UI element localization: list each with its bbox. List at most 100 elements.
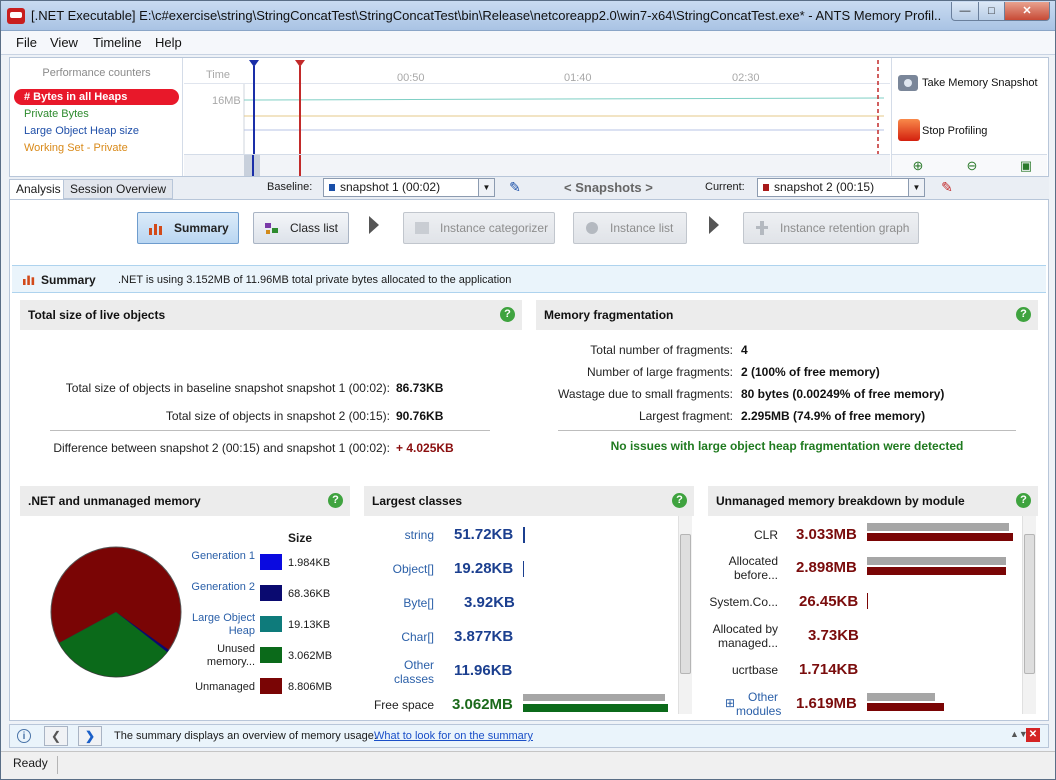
class-row-name[interactable]: Byte[] — [364, 596, 434, 610]
frag-row-value: 80 bytes (0.00249% of free memory) — [741, 387, 945, 401]
menu-timeline[interactable]: Timeline — [93, 35, 142, 50]
summary-title: Summary — [41, 273, 96, 287]
menu-file[interactable]: File — [16, 35, 37, 50]
minimize-button[interactable]: — — [951, 2, 979, 21]
frag-row-label: Largest fragment: — [638, 409, 733, 423]
counter-private-bytes[interactable]: Private Bytes — [14, 106, 179, 122]
timeline-graph[interactable]: Time 16MB 00:50 01:40 02:30 — [184, 58, 890, 176]
class-list-button[interactable]: Class list — [253, 212, 349, 244]
previous-tip-button[interactable]: ❮ — [44, 726, 68, 746]
counter-bytes-in-all-heaps[interactable]: # Bytes in all Heaps — [14, 89, 179, 105]
legend-swatch — [260, 585, 282, 601]
menu-bar: File View Timeline Help — [1, 31, 1055, 55]
retention-graph-icon — [756, 221, 768, 235]
legend-unmanaged-value: 8.806MB — [288, 681, 333, 693]
help-icon[interactable]: ? — [672, 493, 687, 508]
class-row-value: 3.92KB — [464, 594, 515, 611]
counter-large-object-heap[interactable]: Large Object Heap size — [14, 123, 179, 139]
baseline-snapshot-value: snapshot 1 (00:02) — [340, 180, 441, 194]
current-snapshot-select[interactable]: snapshot 2 (00:15) ▼ — [757, 178, 925, 197]
module-row-name[interactable]: Other modules — [736, 690, 781, 718]
module-row-name: ucrtbase — [731, 663, 778, 677]
timeline-overview[interactable] — [184, 154, 890, 176]
app-window: [.NET Executable] E:\c#exercise\string\S… — [0, 0, 1056, 780]
dotnet-memory-title: .NET and unmanaged memory — [20, 486, 350, 516]
help-icon[interactable]: ? — [1016, 493, 1031, 508]
class-row-name[interactable]: string — [364, 528, 434, 542]
largest-classes-panel: Largest classes ? string 51.72KB Object[… — [364, 486, 694, 714]
baseline-marker-icon — [249, 60, 259, 67]
fragmentation-title: Memory fragmentation — [536, 300, 1038, 330]
camera-icon — [898, 75, 918, 91]
instance-categorizer-button[interactable]: Instance categorizer — [403, 212, 555, 244]
window-title: [.NET Executable] E:\c#exercise\string\S… — [31, 8, 941, 23]
current-marker-icon — [295, 60, 305, 67]
status-text: Ready — [13, 756, 48, 770]
bar-chart-icon — [149, 224, 162, 235]
nav-arrow-icon — [369, 216, 379, 234]
fragmentation-message: No issues with large object heap fragmen… — [610, 439, 964, 453]
class-row-value: 3.062MB — [452, 696, 513, 713]
summary-button[interactable]: Summary — [137, 212, 239, 244]
close-button[interactable]: ✕ — [1004, 2, 1050, 21]
categorizer-icon — [415, 222, 429, 234]
status-divider — [57, 756, 58, 774]
classes-scrollbar[interactable] — [678, 516, 692, 714]
module-row-name: Allocated before... — [728, 554, 778, 582]
frag-row-label: Wastage due to small fragments: — [558, 387, 733, 401]
dotnet-memory-panel: .NET and unmanaged memory ? Size Generat… — [20, 486, 350, 714]
expand-icon[interactable]: ⊞ — [725, 696, 735, 710]
take-snapshot-button[interactable]: Take Memory Snapshot — [896, 66, 1044, 100]
stop-profiling-button[interactable]: Stop Profiling — [896, 114, 1044, 148]
scroll-thumb[interactable] — [680, 534, 691, 674]
modules-scrollbar[interactable] — [1022, 516, 1036, 714]
stop-icon — [898, 119, 920, 141]
difference-label: Difference between snapshot 2 (00:15) an… — [53, 441, 390, 455]
legend-generation-2-label: Generation 2 — [191, 581, 255, 593]
help-icon[interactable]: ? — [328, 493, 343, 508]
tab-analysis[interactable]: Analysis — [9, 179, 68, 199]
module-bar-current — [867, 533, 1013, 541]
module-row-value: 1.619MB — [796, 695, 857, 712]
instance-list-button[interactable]: Instance list — [573, 212, 687, 244]
profiler-actions: Take Memory Snapshot Stop Profiling ⊕ ⊖ … — [891, 58, 1048, 176]
edit-baseline-icon[interactable]: ✎ — [507, 179, 523, 195]
class-row-name[interactable]: Char[] — [364, 630, 434, 644]
private-bytes-series — [243, 97, 885, 101]
zoom-fit-icon[interactable]: ▣ — [1018, 158, 1034, 174]
class-row-bar — [523, 561, 524, 577]
zoom-out-icon[interactable]: ⊖ — [964, 158, 980, 174]
edit-current-icon[interactable]: ✎ — [939, 179, 955, 195]
zoom-in-icon[interactable]: ⊕ — [910, 158, 926, 174]
snapshots-navigator[interactable]: < Snapshots > — [564, 180, 653, 195]
next-tip-button[interactable]: ❯ — [78, 726, 102, 746]
class-row-name[interactable]: Other classes — [384, 658, 434, 686]
chevron-down-icon: ▼ — [908, 179, 924, 196]
current-snapshot-value: snapshot 2 (00:15) — [774, 180, 875, 194]
help-icon[interactable]: ? — [1016, 307, 1031, 322]
info-help-link[interactable]: What to look for on the summary — [374, 730, 533, 742]
maximize-button[interactable]: □ — [978, 2, 1005, 21]
menu-view[interactable]: View — [50, 35, 78, 50]
baseline-snapshot-select[interactable]: snapshot 1 (00:02) ▼ — [323, 178, 495, 197]
total-size-title: Total size of live objects — [20, 300, 522, 330]
module-row-name: CLR — [753, 528, 778, 542]
baseline-overview-marker — [252, 155, 254, 176]
title-bar: [.NET Executable] E:\c#exercise\string\S… — [1, 1, 1055, 31]
frag-row-value: 2 (100% of free memory) — [741, 365, 880, 379]
retention-graph-label: Instance retention graph — [780, 221, 910, 235]
baseline-label: Baseline: — [267, 181, 313, 193]
performance-counters: Performance counters # Bytes in all Heap… — [10, 58, 183, 176]
info-text: The summary displays an overview of memo… — [114, 730, 377, 742]
scroll-thumb[interactable] — [1024, 534, 1035, 674]
legend-generation-2-value: 68.36KB — [288, 588, 331, 600]
tab-session-overview[interactable]: Session Overview — [63, 179, 174, 199]
retention-graph-button[interactable]: Instance retention graph — [743, 212, 919, 244]
class-row-name[interactable]: Object[] — [364, 562, 434, 576]
menu-help[interactable]: Help — [155, 35, 182, 50]
counter-working-set[interactable]: Working Set - Private — [14, 140, 179, 156]
free-space-bar-current — [523, 704, 668, 712]
help-icon[interactable]: ? — [500, 307, 515, 322]
memory-pie-chart — [50, 546, 182, 678]
close-infobar-icon[interactable]: ✕ — [1026, 728, 1040, 742]
